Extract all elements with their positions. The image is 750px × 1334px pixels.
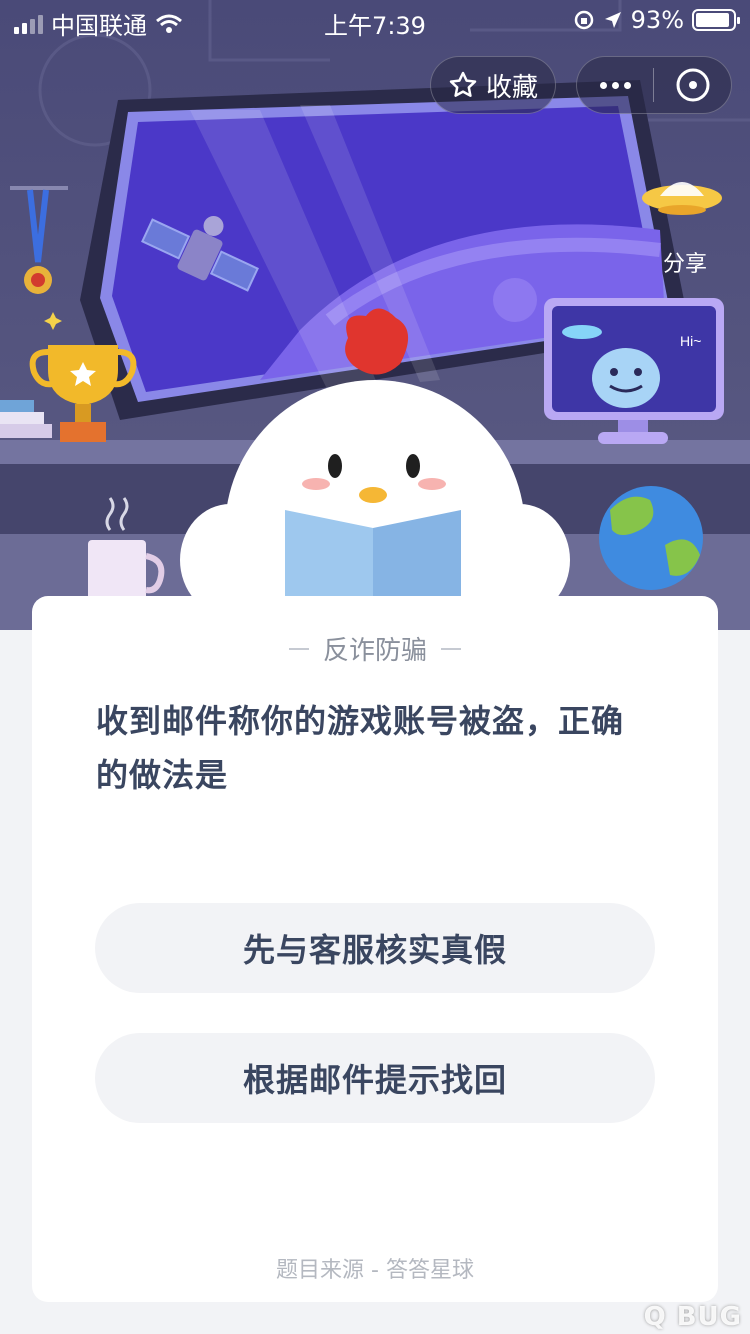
status-bar: 中国联通 上午7:39 93% [0, 0, 750, 40]
answer-option-1[interactable]: 先与客服核实真假 [95, 903, 655, 993]
watermark: Q BUG [643, 1302, 742, 1332]
answer-option-2[interactable]: 根据邮件提示找回 [95, 1033, 655, 1123]
question-source: 题目来源 - 答答星球 [276, 1258, 474, 1283]
category-label: 反诈防骗 [322, 636, 427, 666]
answer-option-label: 根据邮件提示找回 [242, 1061, 507, 1099]
monitor-greeting: Hi~ [680, 333, 701, 349]
close-circle-icon [676, 68, 709, 102]
close-miniprogram-button[interactable] [654, 57, 731, 113]
favorite-label: 收藏 [485, 72, 538, 103]
share-label: 分享 [662, 252, 707, 277]
question-text: 收到邮件称你的游戏账号被盗，正确的做法是 [96, 702, 625, 794]
question-card: 反诈防骗 收到邮件称你的游戏账号被盗，正确的做法是 先与客服核实真假 根据邮件提… [32, 596, 718, 1302]
favorite-button[interactable]: 收藏 [430, 56, 556, 114]
more-options-button[interactable] [577, 57, 653, 113]
battery-icon [692, 9, 740, 31]
battery-percent: 93% [630, 6, 684, 34]
question-category: 反诈防骗 [32, 630, 718, 667]
rotation-lock-icon [574, 10, 593, 30]
status-right: 93% [573, 6, 740, 34]
location-arrow-icon [604, 12, 621, 28]
header-illustration: Hi~ 中国联通 上午7:39 93% 收藏 分享 [0, 0, 750, 630]
category-dash-right [441, 647, 461, 650]
category-dash-left [288, 647, 309, 650]
miniprogram-capsule [576, 56, 732, 114]
answer-option-label: 先与客服核实真假 [242, 931, 507, 969]
star-icon [449, 71, 477, 97]
